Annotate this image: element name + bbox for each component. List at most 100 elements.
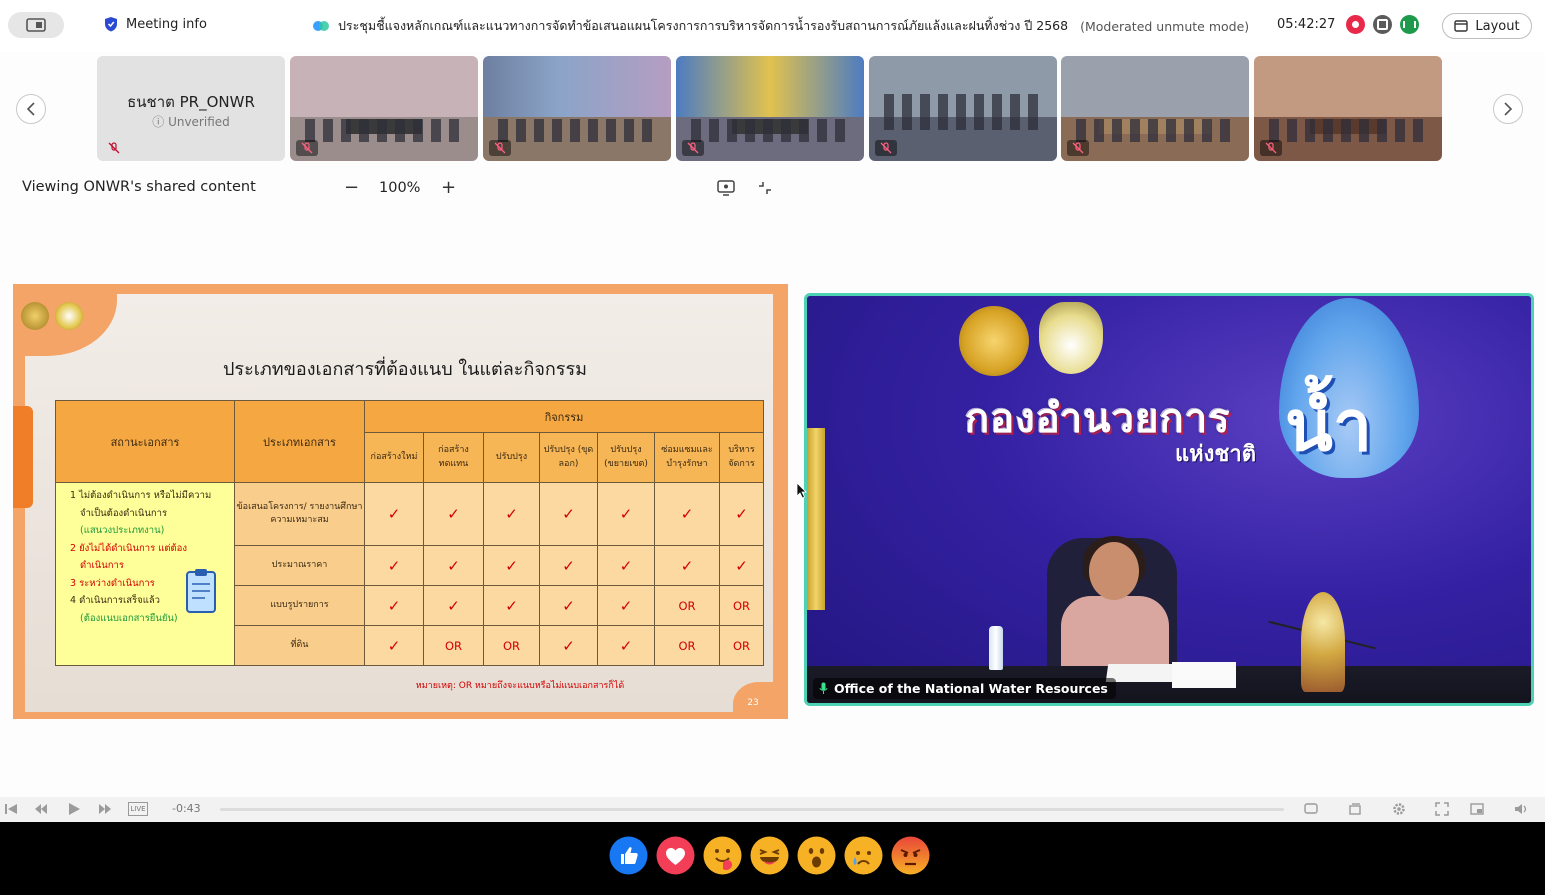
sidebar-toggle-button[interactable] [8, 12, 64, 38]
participant-tile[interactable] [1061, 56, 1249, 161]
mic-muted-icon [875, 140, 897, 156]
active-speaker-video[interactable]: กองอำนวยการ แห่งชาติ น้ำ Office of the N… [804, 293, 1534, 706]
table-cell: OR [423, 625, 484, 666]
fullscreen-icon[interactable] [1435, 802, 1449, 816]
table-cell: ✓ [539, 545, 598, 586]
top-bar: Meeting info ประชุมชี้แจงหลักเกณฑ์และแนว… [0, 0, 1545, 52]
doc-type: ที่ดิน [234, 625, 365, 666]
activity-header: ปรับปรุง [483, 432, 540, 483]
exit-fullscreen-icon[interactable] [756, 180, 774, 196]
love-reaction-button[interactable] [656, 836, 695, 875]
hug-emoji-icon [703, 836, 742, 875]
share-screen-icon[interactable] [717, 180, 735, 196]
participant-tile[interactable] [1254, 56, 1442, 161]
mic-muted-icon [103, 140, 125, 156]
strip-prev-button[interactable] [16, 94, 46, 124]
speaker-head [1089, 542, 1139, 600]
play-icon[interactable] [67, 802, 81, 816]
heart-icon [656, 836, 695, 875]
emblem-icon [55, 302, 83, 330]
status-item: (แสนวงประเภทงาน) [80, 525, 165, 537]
rewind-icon[interactable] [34, 802, 48, 816]
slide-side-tab [13, 406, 33, 508]
table-cell: ✓ [483, 585, 540, 626]
playlist-icon[interactable] [1348, 802, 1362, 816]
activity-header: ก่อสร้าง ทดแทน [423, 432, 484, 483]
table-cell: OR [719, 585, 764, 626]
gear-icon[interactable] [1392, 802, 1406, 816]
activity-header: บริหาร จัดการ [719, 432, 764, 483]
activity-header: ซ่อมแซมและ บำรุงรักษา [654, 432, 720, 483]
time-offset: -0:43 [172, 802, 201, 815]
pip-icon[interactable] [1470, 802, 1484, 816]
table-cell: ✓ [423, 482, 484, 546]
network-icon[interactable] [1400, 15, 1419, 34]
backdrop-subtitle: แห่งชาติ [1175, 442, 1256, 467]
participant-tile[interactable] [483, 56, 671, 161]
lock-icon[interactable] [1373, 15, 1392, 34]
zoom-out-button[interactable]: − [344, 177, 359, 198]
meeting-clock: 05:42:27 [1277, 17, 1336, 32]
table-cell: ✓ [483, 545, 540, 586]
emblem-icon [21, 302, 49, 330]
skip-back-icon[interactable] [4, 802, 18, 816]
table-cell: ✓ [364, 545, 424, 586]
angry-reaction-button[interactable] [891, 836, 930, 875]
emblem-icon [959, 306, 1029, 376]
haha-reaction-button[interactable] [750, 836, 789, 875]
layout-label: Layout [1475, 18, 1520, 34]
wow-reaction-button[interactable] [797, 836, 836, 875]
activity-header: ปรับปรุง (ขยายเขต) [597, 432, 655, 483]
meeting-title: ประชุมชี้แจงหลักเกณฑ์และแนวทางการจัดทำข้… [312, 16, 1249, 36]
document-table: สถานะเอกสาร ประเภทเอกสาร กิจกรรม ก่อสร้า… [55, 400, 764, 666]
zoom-in-button[interactable]: + [441, 177, 456, 198]
table-cell: ✓ [483, 482, 540, 546]
live-badge[interactable]: LIVE [128, 802, 148, 816]
like-reaction-button[interactable] [609, 836, 648, 875]
presentation-slide: ประเภทของเอกสารที่ต้องแนบ ในแต่ละกิจกรรม… [13, 284, 788, 719]
activity-header: ปรับปรุง (ขุดลอก) [539, 432, 598, 483]
player-controls: LIVE -0:43 [0, 797, 1545, 822]
table-cell: ✓ [719, 545, 764, 586]
fast-forward-icon[interactable] [98, 802, 112, 816]
table-cell: ✓ [423, 545, 484, 586]
water-bottle [989, 626, 1003, 670]
header-activity: กิจกรรม [364, 400, 764, 433]
table-cell: OR [719, 625, 764, 666]
table-cell: ✓ [719, 482, 764, 546]
care-reaction-button[interactable] [703, 836, 742, 875]
backdrop-water-text: น้ำ [1285, 385, 1373, 467]
progress-track[interactable] [220, 808, 1284, 811]
strip-next-button[interactable] [1493, 94, 1523, 124]
meeting-info-button[interactable]: Meeting info [104, 16, 207, 32]
participant-tile[interactable] [290, 56, 478, 161]
nameplate [1172, 662, 1236, 688]
table-cell: ✓ [597, 482, 655, 546]
captions-icon[interactable] [1304, 802, 1318, 816]
record-icon[interactable] [1346, 15, 1365, 34]
table-cell: ✓ [539, 585, 598, 626]
mic-muted-icon [682, 140, 704, 156]
doc-type: ประมาณราคา [234, 545, 365, 586]
mic-icon [819, 682, 828, 694]
participant-tile[interactable] [869, 56, 1057, 161]
participant-tile[interactable]: ธนชาต PR_ONWR ⓘ Unverified [97, 56, 285, 161]
volume-icon[interactable] [1514, 802, 1528, 816]
slide-body: ประเภทของเอกสารที่ต้องแนบ ในแต่ละกิจกรรม… [13, 294, 773, 712]
mouse-cursor-icon [796, 482, 807, 499]
status-item: 1 ไม่ต้องดำเนินการ หรือไม่มีความ [70, 490, 212, 501]
chevron-right-icon [1504, 102, 1513, 116]
header-type: ประเภทเอกสาร [234, 400, 365, 483]
webex-icon [313, 21, 329, 31]
meeting-info-label: Meeting info [126, 16, 207, 32]
activity-header: ก่อสร้างใหม่ [364, 432, 424, 483]
table-cell: ✓ [364, 585, 424, 626]
mic-muted-icon [489, 140, 511, 156]
zoom-level: 100% [379, 180, 421, 196]
table-cell: ✓ [539, 482, 598, 546]
sad-reaction-button[interactable] [844, 836, 883, 875]
table-cell: ✓ [364, 625, 424, 666]
layout-button[interactable]: Layout [1442, 13, 1532, 39]
mic-muted-icon [1067, 140, 1089, 156]
participant-tile[interactable] [676, 56, 864, 161]
